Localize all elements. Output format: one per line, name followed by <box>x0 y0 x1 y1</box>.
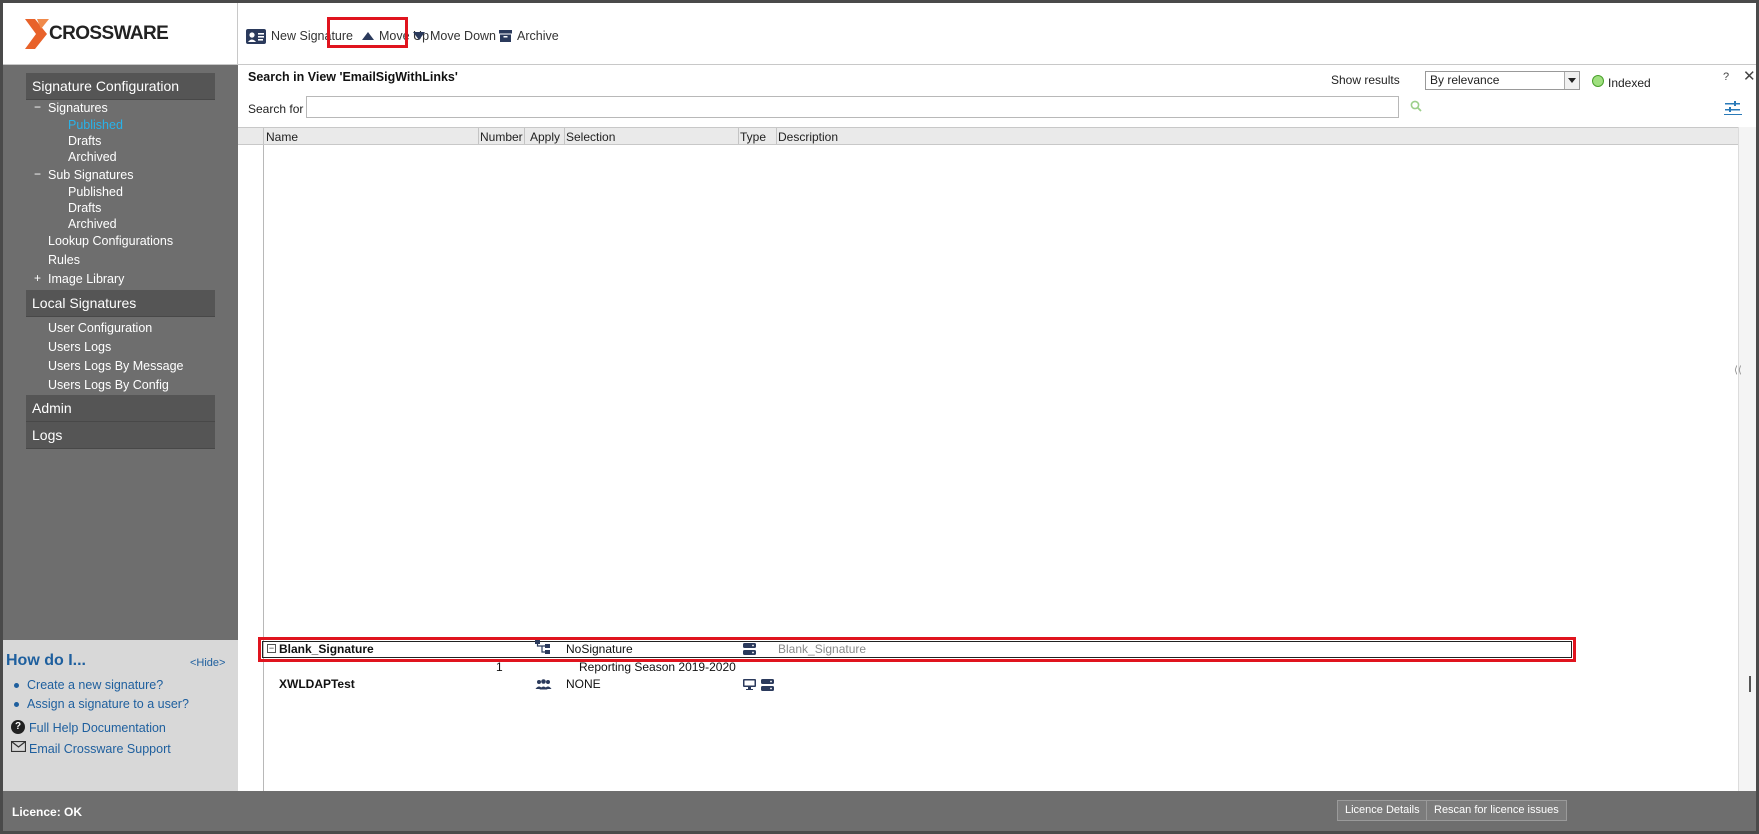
sidebar-item-users-logs-by-config[interactable]: Users Logs By Config <box>48 378 169 392</box>
search-icon[interactable] <box>1410 100 1422 112</box>
envelope-icon <box>11 741 26 752</box>
caret-down-icon <box>413 32 425 40</box>
sidebar-item-users-logs[interactable]: Users Logs <box>48 340 111 354</box>
section-signature-configuration[interactable]: Signature Configuration <box>26 73 215 100</box>
toolbar: New Signature Move Up Move Down Archive <box>238 3 1756 65</box>
sidebar-item-signatures[interactable]: Signatures <box>48 101 108 115</box>
search-view-title: Search in View 'EmailSigWithLinks' <box>248 70 458 84</box>
search-for-label: Search for <box>248 102 304 116</box>
sidebar-item-signatures-published[interactable]: Published <box>68 118 123 132</box>
logo: CROSSWARE <box>3 3 238 65</box>
sidebar-item-rules[interactable]: Rules <box>48 253 80 267</box>
row-description: Blank_Signature <box>778 642 867 656</box>
how-do-i-panel: How do I... <Hide> Create a new signatur… <box>3 640 238 791</box>
sidebar-item-sub-signatures[interactable]: Sub Signatures <box>48 168 133 182</box>
status-bar: Licence: OK Licence Details Rescan for l… <box>3 791 1756 831</box>
licence-status: Licence: OK <box>12 805 83 819</box>
image-library-expand-toggle[interactable]: + <box>34 271 41 285</box>
sidebar-item-sub-published[interactable]: Published <box>68 185 123 199</box>
rescan-licence-button[interactable]: Rescan for licence issues <box>1426 800 1567 821</box>
sub-signatures-collapse-toggle[interactable]: − <box>34 167 41 181</box>
sidebar-item-lookup-configurations[interactable]: Lookup Configurations <box>48 234 173 248</box>
column-separator <box>478 128 479 144</box>
chevron-down-icon[interactable] <box>1564 72 1579 89</box>
archive-button[interactable]: Archive <box>499 25 559 47</box>
row-selection: NONE <box>566 677 601 691</box>
section-admin[interactable]: Admin <box>26 395 215 422</box>
column-separator <box>524 128 525 144</box>
how-do-i-title: How do I... <box>6 652 86 669</box>
close-icon[interactable]: ✕ <box>1743 67 1756 85</box>
grid-scrollbar[interactable] <box>1738 127 1756 791</box>
desktop-icon <box>743 679 756 690</box>
server-icon <box>761 679 774 691</box>
crossware-x-logo <box>25 18 49 49</box>
column-type[interactable]: Type <box>740 130 766 144</box>
archive-label: Archive <box>517 29 559 43</box>
help-icon[interactable]: ? <box>1723 71 1729 83</box>
row-selection: Reporting Season 2019-2020 Ni <box>579 660 739 674</box>
grid-header: Name Number Apply Selection Type Descrip… <box>238 127 1756 145</box>
row-number: 1 <box>496 660 503 674</box>
sidebar-item-signatures-drafts[interactable]: Drafts <box>68 134 101 148</box>
bullet-dot <box>14 702 19 707</box>
move-up-highlight <box>327 17 408 48</box>
indexed-label: Indexed <box>1608 76 1651 90</box>
sidebar-item-users-logs-by-message[interactable]: Users Logs By Message <box>48 359 183 373</box>
grid-left-gutter <box>263 145 264 791</box>
row-selection: NoSignature <box>566 642 633 656</box>
search-input[interactable] <box>306 96 1399 118</box>
column-separator <box>263 128 264 144</box>
contact-card-icon <box>246 28 266 44</box>
signatures-collapse-toggle[interactable]: − <box>34 100 41 114</box>
app-frame: CROSSWARE New Signature Move Up Move Dow… <box>3 3 1756 831</box>
table-row[interactable] <box>262 641 1572 658</box>
bullet-dot <box>14 683 19 688</box>
sidebar-item-sub-archived[interactable]: Archived <box>68 217 117 231</box>
sidebar-item-image-library[interactable]: Image Library <box>48 272 124 286</box>
licence-details-button[interactable]: Licence Details <box>1337 800 1428 821</box>
move-down-label: Move Down <box>430 29 496 43</box>
brand-name: CROSSWARE <box>49 22 169 44</box>
row-name: Blank_Signature <box>279 642 374 656</box>
indexed-status-icon <box>1592 75 1604 87</box>
server-icon <box>743 643 756 655</box>
row-name[interactable]: XWLDAPTest <box>279 677 355 691</box>
section-local-signatures[interactable]: Local Signatures <box>26 290 215 317</box>
column-separator <box>738 128 739 144</box>
archive-box-icon <box>499 30 512 42</box>
search-panel: Search in View 'EmailSigWithLinks' Show … <box>238 65 1756 791</box>
sidebar-nav: Signature Configuration − Signatures Pub… <box>3 65 238 640</box>
filter-sliders-icon[interactable] <box>1724 101 1742 115</box>
section-logs[interactable]: Logs <box>26 422 215 449</box>
scroll-thumb[interactable] <box>1749 676 1751 692</box>
sitemap-icon <box>535 640 550 654</box>
column-apply[interactable]: Apply <box>530 130 560 144</box>
move-down-button[interactable]: Move Down <box>413 25 496 47</box>
row-expander[interactable]: − <box>267 644 276 653</box>
sidebar-item-user-configuration[interactable]: User Configuration <box>48 321 152 335</box>
sidebar-item-sub-drafts[interactable]: Drafts <box>68 201 101 215</box>
column-selection[interactable]: Selection <box>566 130 615 144</box>
column-description[interactable]: Description <box>778 130 838 144</box>
show-results-label: Show results <box>1331 73 1400 87</box>
column-separator <box>564 128 565 144</box>
email-support-link[interactable]: Email Crossware Support <box>29 742 171 756</box>
full-help-documentation-link[interactable]: Full Help Documentation <box>29 721 166 735</box>
collapse-panel-icon[interactable]: ⟨⟨ <box>1734 365 1742 376</box>
column-name[interactable]: Name <box>266 130 298 144</box>
help-circle-icon: ? <box>11 720 25 734</box>
create-signature-link[interactable]: Create a new signature? <box>27 678 163 692</box>
users-group-icon <box>535 679 552 690</box>
column-number[interactable]: Number <box>480 130 523 144</box>
show-results-select[interactable]: By relevance <box>1425 71 1580 90</box>
sidebar-item-signatures-archived[interactable]: Archived <box>68 150 117 164</box>
hide-link[interactable]: <Hide> <box>190 657 225 669</box>
assign-signature-link[interactable]: Assign a signature to a user? <box>27 697 189 711</box>
show-results-value: By relevance <box>1430 73 1500 87</box>
column-separator <box>776 128 777 144</box>
